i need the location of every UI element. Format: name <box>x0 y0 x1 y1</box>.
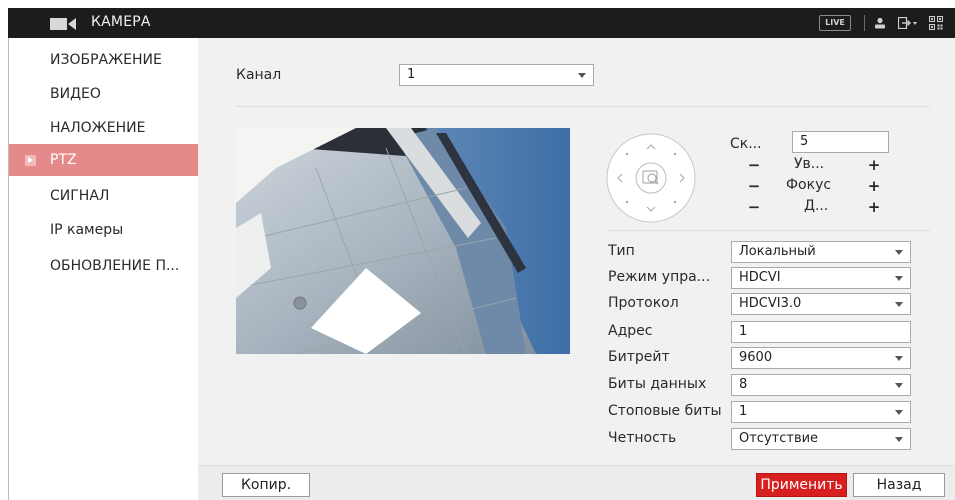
sidebar-item-video[interactable]: ВИДЕО <box>9 78 198 110</box>
baudrate-label: Битрейт <box>608 349 670 365</box>
chevron-down-icon <box>895 383 903 388</box>
chevron-down-icon <box>895 276 903 281</box>
iris-minus-button[interactable]: − <box>747 198 761 216</box>
sidebar: ИЗОБРАЖЕНИЕ ВИДЕО НАЛОЖЕНИЕ PTZ СИГНАЛ I… <box>9 38 198 500</box>
chevron-down-icon <box>895 437 903 442</box>
sidebar-item-overlay[interactable]: НАЛОЖЕНИЕ <box>9 112 198 144</box>
parity-label: Четность <box>608 430 677 446</box>
control-mode-label: Режим упра... <box>608 269 711 285</box>
type-select[interactable]: Локальный <box>731 241 911 263</box>
zoom-label: Ув... <box>794 156 825 172</box>
address-label: Адрес <box>608 323 653 339</box>
channel-select[interactable]: 1 <box>399 64 594 86</box>
stop-bits-select[interactable]: 1 <box>731 401 911 423</box>
protocol-label: Протокол <box>608 295 679 311</box>
camera-image <box>236 128 570 354</box>
stop-bits-value: 1 <box>739 404 748 419</box>
camera-preview <box>236 128 570 354</box>
data-bits-select[interactable]: 8 <box>731 374 911 396</box>
copy-button[interactable]: Копир. <box>222 473 310 497</box>
control-mode-select[interactable]: HDCVI <box>731 267 911 289</box>
protocol-value: HDCVI3.0 <box>739 296 802 311</box>
baudrate-value: 9600 <box>739 350 773 365</box>
main-panel: Канал 1 Ск... 5 − Ув... + − Фокус + − Д.… <box>198 38 955 465</box>
baudrate-select[interactable]: 9600 <box>731 347 911 369</box>
ptz-direction-pad[interactable] <box>605 132 697 224</box>
data-bits-label: Биты данных <box>608 376 707 392</box>
sidebar-item-label: ОБНОВЛЕНИЕ П... <box>50 258 180 274</box>
address-input[interactable]: 1 <box>731 321 911 343</box>
camera-icon <box>50 18 76 30</box>
back-button[interactable]: Назад <box>853 473 945 497</box>
sidebar-item-label: PTZ <box>50 152 77 168</box>
chevron-right-icon <box>25 155 36 166</box>
iris-plus-button[interactable]: + <box>867 198 881 216</box>
footer-bar: Копир. Применить Назад <box>198 465 955 500</box>
channel-value: 1 <box>407 67 416 82</box>
logout-icon[interactable] <box>898 17 918 29</box>
type-label: Тип <box>608 243 635 259</box>
speed-input[interactable]: 5 <box>792 131 889 153</box>
sidebar-item-signal[interactable]: СИГНАЛ <box>9 180 198 212</box>
user-icon[interactable] <box>874 17 886 29</box>
top-bar: КАМЕРА LIVE <box>8 8 955 38</box>
divider <box>608 230 930 231</box>
focus-minus-button[interactable]: − <box>747 177 761 195</box>
control-mode-value: HDCVI <box>739 270 781 285</box>
zoom-minus-button[interactable]: − <box>747 156 761 174</box>
chevron-down-icon <box>895 356 903 361</box>
toolbar-divider <box>864 15 865 31</box>
chevron-down-icon <box>895 410 903 415</box>
channel-label: Канал <box>236 67 282 83</box>
sidebar-item-label: НАЛОЖЕНИЕ <box>50 120 146 136</box>
parity-select[interactable]: Отсутствие <box>731 428 911 450</box>
sidebar-item-label: СИГНАЛ <box>50 188 110 204</box>
iris-label: Д... <box>804 198 829 214</box>
type-value: Локальный <box>739 244 816 259</box>
sidebar-item-ptz[interactable]: PTZ <box>9 144 198 176</box>
protocol-select[interactable]: HDCVI3.0 <box>731 293 911 315</box>
sidebar-item-image[interactable]: ИЗОБРАЖЕНИЕ <box>9 44 198 76</box>
sidebar-item-label: IP камеры <box>50 222 124 238</box>
sidebar-item-ip-cameras[interactable]: IP камеры <box>9 214 198 246</box>
window-title: КАМЕРА <box>91 14 151 30</box>
data-bits-value: 8 <box>739 377 748 392</box>
apply-button[interactable]: Применить <box>756 473 847 497</box>
parity-value: Отсутствие <box>739 431 819 446</box>
sidebar-item-label: ВИДЕО <box>50 86 101 102</box>
focus-plus-button[interactable]: + <box>867 177 881 195</box>
sidebar-item-label: ИЗОБРАЖЕНИЕ <box>50 52 162 68</box>
speed-label: Ск... <box>730 136 762 152</box>
chevron-down-icon <box>895 250 903 255</box>
chevron-down-icon <box>578 73 586 78</box>
outer-margin <box>0 0 955 8</box>
qr-code-icon[interactable] <box>929 16 943 30</box>
stop-bits-label: Стоповые биты <box>608 403 722 419</box>
zoom-plus-button[interactable]: + <box>867 156 881 174</box>
chevron-down-icon <box>895 302 903 307</box>
divider <box>236 106 930 107</box>
focus-label: Фокус <box>786 177 832 193</box>
live-button[interactable]: LIVE <box>819 15 851 31</box>
sidebar-item-update[interactable]: ОБНОВЛЕНИЕ П... <box>9 250 198 282</box>
